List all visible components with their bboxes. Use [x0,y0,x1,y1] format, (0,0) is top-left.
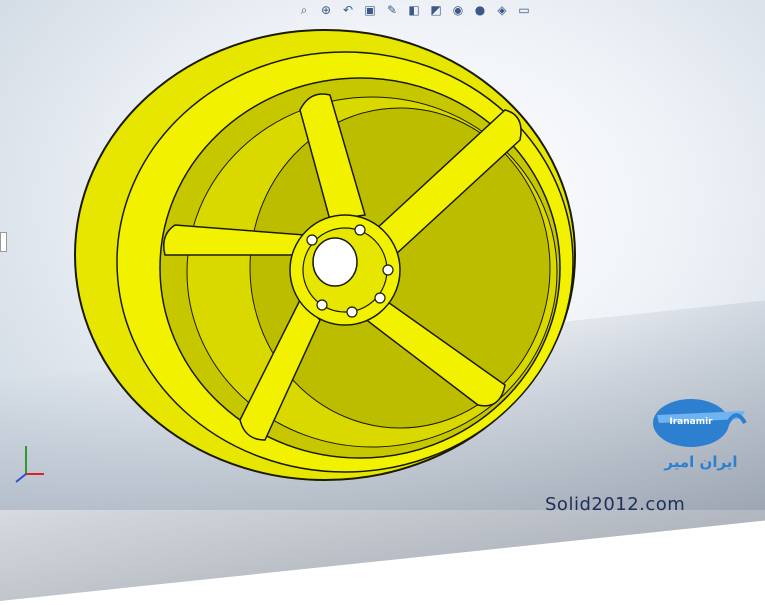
graphics-area[interactable]: ⌕ ⊕ ↶ ▣ ✎ ◧ ◩ ◉ ● ◈ ▭ Iranamir ایران امی… [0,0,765,605]
watermark-text: Solid2012.com [545,494,686,515]
company-logo: Iranamir ایران امیر [645,395,757,475]
coordinate-triad-icon [15,446,44,483]
logo-name-fa: ایران امیر [664,453,738,471]
logo-name-en: Iranamir [669,417,713,427]
